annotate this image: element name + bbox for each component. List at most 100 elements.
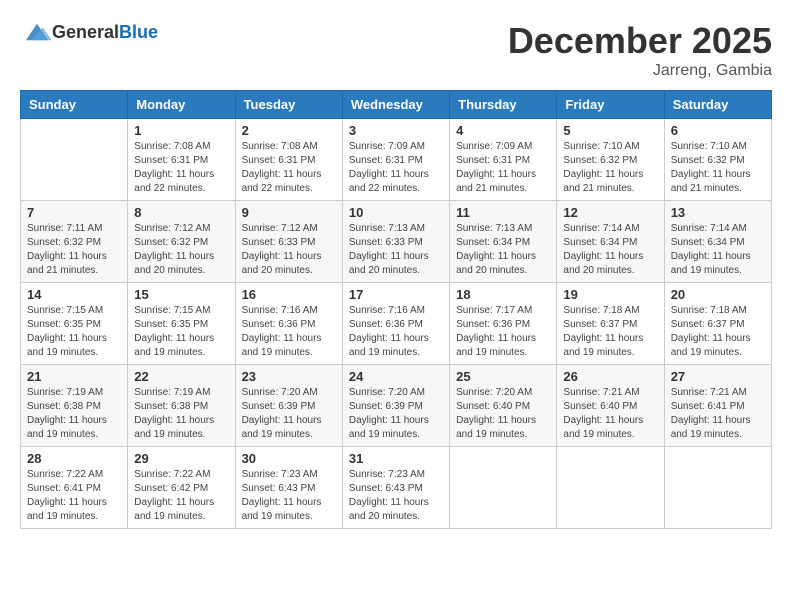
- day-info: Sunrise: 7:13 AM Sunset: 6:33 PM Dayligh…: [349, 222, 443, 278]
- calendar-header-row: Sunday Monday Tuesday Wednesday Thursday…: [21, 91, 772, 119]
- day-number: 5: [563, 123, 657, 138]
- logo-text: GeneralBlue: [52, 22, 158, 43]
- table-row: 16 Sunrise: 7:16 AM Sunset: 6:36 PM Dayli…: [235, 283, 342, 365]
- day-number: 17: [349, 287, 443, 302]
- day-number: 3: [349, 123, 443, 138]
- day-number: 30: [242, 451, 336, 466]
- table-row: 10 Sunrise: 7:13 AM Sunset: 6:33 PM Dayli…: [342, 201, 449, 283]
- day-info: Sunrise: 7:18 AM Sunset: 6:37 PM Dayligh…: [563, 304, 657, 360]
- day-info: Sunrise: 7:13 AM Sunset: 6:34 PM Dayligh…: [456, 222, 550, 278]
- day-number: 4: [456, 123, 550, 138]
- col-friday: Friday: [557, 91, 664, 119]
- day-number: 28: [27, 451, 121, 466]
- table-row: 15Sunrise: 7:15 AM Sunset: 6:35 PM Dayli…: [128, 283, 235, 365]
- day-number: 20: [671, 287, 765, 302]
- day-number: 27: [671, 369, 765, 384]
- table-row: 9 Sunrise: 7:12 AM Sunset: 6:33 PM Daylig…: [235, 201, 342, 283]
- day-number: 10: [349, 205, 443, 220]
- day-info: Sunrise: 7:10 AM Sunset: 6:32 PM Dayligh…: [671, 140, 765, 196]
- table-row: 25Sunrise: 7:20 AM Sunset: 6:40 PM Dayli…: [450, 365, 557, 447]
- table-row: [450, 447, 557, 529]
- day-info: Sunrise: 7:17 AM Sunset: 6:36 PM Dayligh…: [456, 304, 550, 360]
- day-info: Sunrise: 7:23 AM Sunset: 6:43 PM Dayligh…: [242, 468, 336, 524]
- table-row: 19 Sunrise: 7:18 AM Sunset: 6:37 PM Dayli…: [557, 283, 664, 365]
- day-info: Sunrise: 7:19 AM Sunset: 6:38 PM Dayligh…: [134, 386, 228, 442]
- day-number: 8: [134, 205, 228, 220]
- day-number: 19: [563, 287, 657, 302]
- table-row: 28 Sunrise: 7:22 AM Sunset: 6:41 PM Dayli…: [21, 447, 128, 529]
- table-row: 7 Sunrise: 7:11 AM Sunset: 6:32 PM Daylig…: [21, 201, 128, 283]
- day-number: 29: [134, 451, 228, 466]
- day-number: 15: [134, 287, 228, 302]
- day-info: Sunrise: 7:20 AM Sunset: 6:40 PM Dayligh…: [456, 386, 550, 442]
- table-row: 31Sunrise: 7:23 AM Sunset: 6:43 PM Dayli…: [342, 447, 449, 529]
- day-info: Sunrise: 7:20 AM Sunset: 6:39 PM Dayligh…: [349, 386, 443, 442]
- day-number: 22: [134, 369, 228, 384]
- day-number: 13: [671, 205, 765, 220]
- day-info: Sunrise: 7:22 AM Sunset: 6:41 PM Dayligh…: [27, 468, 121, 524]
- table-row: 22 Sunrise: 7:19 AM Sunset: 6:38 PM Dayli…: [128, 365, 235, 447]
- day-number: 23: [242, 369, 336, 384]
- col-monday: Monday: [128, 91, 235, 119]
- day-info: Sunrise: 7:22 AM Sunset: 6:42 PM Dayligh…: [134, 468, 228, 524]
- day-info: Sunrise: 7:20 AM Sunset: 6:39 PM Dayligh…: [242, 386, 336, 442]
- logo-general: General: [52, 22, 119, 42]
- table-row: [21, 119, 128, 201]
- table-row: 26 Sunrise: 7:21 AM Sunset: 6:40 PM Dayli…: [557, 365, 664, 447]
- page-header: GeneralBlue December 2025 Jarreng, Gambi…: [20, 20, 772, 80]
- table-row: [557, 447, 664, 529]
- day-info: Sunrise: 7:09 AM Sunset: 6:31 PM Dayligh…: [456, 140, 550, 196]
- calendar-table: Sunday Monday Tuesday Wednesday Thursday…: [20, 90, 772, 529]
- calendar-week-3: 14Sunrise: 7:15 AM Sunset: 6:35 PM Dayli…: [21, 283, 772, 365]
- day-number: 1: [134, 123, 228, 138]
- day-info: Sunrise: 7:14 AM Sunset: 6:34 PM Dayligh…: [671, 222, 765, 278]
- table-row: 14Sunrise: 7:15 AM Sunset: 6:35 PM Dayli…: [21, 283, 128, 365]
- table-row: 27 Sunrise: 7:21 AM Sunset: 6:41 PM Dayli…: [664, 365, 771, 447]
- logo-blue: Blue: [119, 22, 158, 42]
- col-thursday: Thursday: [450, 91, 557, 119]
- day-info: Sunrise: 7:11 AM Sunset: 6:32 PM Dayligh…: [27, 222, 121, 278]
- day-number: 2: [242, 123, 336, 138]
- table-row: 11 Sunrise: 7:13 AM Sunset: 6:34 PM Dayli…: [450, 201, 557, 283]
- day-info: Sunrise: 7:10 AM Sunset: 6:32 PM Dayligh…: [563, 140, 657, 196]
- calendar-week-5: 28 Sunrise: 7:22 AM Sunset: 6:41 PM Dayli…: [21, 447, 772, 529]
- day-number: 9: [242, 205, 336, 220]
- day-number: 6: [671, 123, 765, 138]
- table-row: 24Sunrise: 7:20 AM Sunset: 6:39 PM Dayli…: [342, 365, 449, 447]
- day-number: 14: [27, 287, 121, 302]
- day-info: Sunrise: 7:08 AM Sunset: 6:31 PM Dayligh…: [242, 140, 336, 196]
- day-info: Sunrise: 7:08 AM Sunset: 6:31 PM Dayligh…: [134, 140, 228, 196]
- day-info: Sunrise: 7:12 AM Sunset: 6:33 PM Dayligh…: [242, 222, 336, 278]
- day-info: Sunrise: 7:16 AM Sunset: 6:36 PM Dayligh…: [242, 304, 336, 360]
- day-info: Sunrise: 7:21 AM Sunset: 6:41 PM Dayligh…: [671, 386, 765, 442]
- day-number: 16: [242, 287, 336, 302]
- table-row: 1 Sunrise: 7:08 AM Sunset: 6:31 PM Daylig…: [128, 119, 235, 201]
- col-wednesday: Wednesday: [342, 91, 449, 119]
- day-info: Sunrise: 7:09 AM Sunset: 6:31 PM Dayligh…: [349, 140, 443, 196]
- day-info: Sunrise: 7:12 AM Sunset: 6:32 PM Dayligh…: [134, 222, 228, 278]
- table-row: 2 Sunrise: 7:08 AM Sunset: 6:31 PM Daylig…: [235, 119, 342, 201]
- day-info: Sunrise: 7:23 AM Sunset: 6:43 PM Dayligh…: [349, 468, 443, 524]
- day-info: Sunrise: 7:19 AM Sunset: 6:38 PM Dayligh…: [27, 386, 121, 442]
- day-number: 21: [27, 369, 121, 384]
- day-number: 18: [456, 287, 550, 302]
- logo-icon: [22, 20, 52, 44]
- table-row: 23 Sunrise: 7:20 AM Sunset: 6:39 PM Dayli…: [235, 365, 342, 447]
- day-info: Sunrise: 7:21 AM Sunset: 6:40 PM Dayligh…: [563, 386, 657, 442]
- table-row: 8 Sunrise: 7:12 AM Sunset: 6:32 PM Daylig…: [128, 201, 235, 283]
- day-info: Sunrise: 7:18 AM Sunset: 6:37 PM Dayligh…: [671, 304, 765, 360]
- logo: GeneralBlue: [20, 20, 158, 44]
- title-block: December 2025 Jarreng, Gambia: [508, 20, 772, 80]
- table-row: 21 Sunrise: 7:19 AM Sunset: 6:38 PM Dayli…: [21, 365, 128, 447]
- day-number: 11: [456, 205, 550, 220]
- col-tuesday: Tuesday: [235, 91, 342, 119]
- day-info: Sunrise: 7:14 AM Sunset: 6:34 PM Dayligh…: [563, 222, 657, 278]
- day-number: 26: [563, 369, 657, 384]
- table-row: [664, 447, 771, 529]
- table-row: 12 Sunrise: 7:14 AM Sunset: 6:34 PM Dayli…: [557, 201, 664, 283]
- day-number: 7: [27, 205, 121, 220]
- table-row: 5 Sunrise: 7:10 AM Sunset: 6:32 PM Daylig…: [557, 119, 664, 201]
- location-title: Jarreng, Gambia: [508, 62, 772, 80]
- day-number: 12: [563, 205, 657, 220]
- month-title: December 2025: [508, 20, 772, 62]
